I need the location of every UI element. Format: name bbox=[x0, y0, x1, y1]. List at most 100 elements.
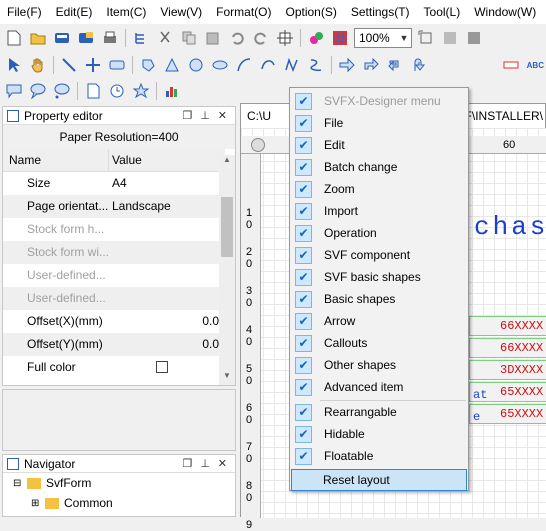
circle-icon[interactable] bbox=[187, 56, 205, 74]
menu-format[interactable]: Format(O) bbox=[209, 0, 278, 24]
properties-icon[interactable] bbox=[132, 29, 150, 47]
pin-icon[interactable]: ⊥ bbox=[200, 457, 210, 470]
field-cell[interactable]: 66XXXX bbox=[469, 316, 546, 336]
property-value[interactable] bbox=[109, 356, 225, 379]
polygon-icon[interactable] bbox=[139, 56, 157, 74]
ellipse-icon[interactable] bbox=[211, 56, 229, 74]
arrow-uturn-icon[interactable] bbox=[410, 56, 428, 74]
tree-node-child[interactable]: ⊞ Common bbox=[3, 493, 235, 513]
menu-file[interactable]: File(F) bbox=[0, 0, 49, 24]
property-row-orientation[interactable]: Page orientat... Landscape bbox=[3, 195, 225, 218]
menu-item-operation[interactable]: ✔ Operation bbox=[291, 222, 467, 244]
float-icon[interactable]: ❐ bbox=[182, 457, 192, 470]
property-value[interactable]: Landscape bbox=[109, 195, 225, 218]
menu-view[interactable]: View(V) bbox=[153, 0, 209, 24]
color-palette-icon[interactable] bbox=[307, 29, 325, 47]
chart-icon[interactable] bbox=[163, 82, 181, 100]
star-icon[interactable] bbox=[132, 82, 150, 100]
menu-item-file[interactable]: ✔ File bbox=[291, 112, 467, 134]
field-cell[interactable]: 66XXXX bbox=[469, 338, 546, 358]
clock-icon[interactable] bbox=[108, 82, 126, 100]
field-icon[interactable] bbox=[502, 56, 520, 74]
arrow-loop-icon[interactable] bbox=[386, 56, 404, 74]
print-icon[interactable] bbox=[101, 29, 119, 47]
menu-window[interactable]: Window(W) bbox=[467, 0, 543, 24]
property-row-full-color[interactable]: Full color bbox=[3, 356, 225, 379]
rectangle-icon[interactable] bbox=[108, 56, 126, 74]
arrow-right-icon[interactable] bbox=[338, 56, 356, 74]
tree-expand-icon[interactable]: ⊟ bbox=[13, 478, 27, 489]
menu-item-svf-component[interactable]: ✔ SVF component bbox=[291, 244, 467, 266]
zoom-select[interactable]: 100% ▼ bbox=[354, 28, 412, 48]
grid-color-icon[interactable] bbox=[331, 29, 349, 47]
menu-item-svf-basic-shapes[interactable]: ✔ SVF basic shapes bbox=[291, 266, 467, 288]
tree-expand-icon[interactable]: ⊞ bbox=[31, 498, 45, 509]
paste-icon[interactable] bbox=[204, 29, 222, 47]
cross-line-icon[interactable] bbox=[84, 56, 102, 74]
canvas-title-text[interactable]: chas bbox=[474, 212, 546, 242]
undo-icon[interactable] bbox=[228, 29, 246, 47]
import-icon[interactable] bbox=[441, 29, 459, 47]
text-tool-button[interactable]: ABC bbox=[527, 61, 544, 70]
curve-icon[interactable] bbox=[259, 56, 277, 74]
close-icon[interactable]: ✕ bbox=[218, 109, 227, 122]
tree-node-root[interactable]: ⊟ SvfForm bbox=[3, 473, 235, 493]
menu-item-batch-change[interactable]: ✔ Batch change bbox=[291, 156, 467, 178]
menu-item[interactable]: Item(C) bbox=[99, 0, 153, 24]
arrow-turn-icon[interactable] bbox=[362, 56, 380, 74]
menu-item-floatable[interactable]: ✔ Floatable bbox=[291, 445, 467, 467]
copy-icon[interactable] bbox=[180, 29, 198, 47]
scrollbar-thumb[interactable] bbox=[221, 197, 233, 257]
triangle-icon[interactable] bbox=[163, 56, 181, 74]
field-cell[interactable]: 65XXXX bbox=[469, 404, 546, 424]
menu-settings[interactable]: Settings(T) bbox=[344, 0, 417, 24]
menu-tool[interactable]: Tool(L) bbox=[417, 0, 468, 24]
save-all-icon[interactable] bbox=[77, 29, 95, 47]
full-color-checkbox[interactable] bbox=[156, 361, 168, 373]
move-icon[interactable] bbox=[276, 29, 294, 47]
document-shape-icon[interactable] bbox=[84, 82, 102, 100]
pointer-icon[interactable] bbox=[5, 56, 23, 74]
pin-icon[interactable]: ⊥ bbox=[200, 109, 210, 122]
callout-rect-icon[interactable] bbox=[5, 82, 23, 100]
scroll-up-icon[interactable]: ▲ bbox=[219, 155, 235, 169]
property-row-offset-y[interactable]: Offset(Y)(mm) 0.0 bbox=[3, 333, 225, 356]
menu-edit[interactable]: Edit(E) bbox=[49, 0, 100, 24]
line-icon[interactable] bbox=[60, 56, 78, 74]
cut-icon[interactable] bbox=[156, 29, 174, 47]
float-icon[interactable]: ❐ bbox=[182, 109, 192, 122]
property-value[interactable]: 0.0 bbox=[109, 333, 225, 356]
property-value[interactable]: A4 bbox=[109, 172, 225, 195]
property-row-size[interactable]: Size A4 bbox=[3, 172, 225, 195]
new-file-icon[interactable] bbox=[5, 29, 23, 47]
menu-item-zoom[interactable]: ✔ Zoom bbox=[291, 178, 467, 200]
property-value[interactable]: 0.0 bbox=[109, 310, 225, 333]
callout-oval-icon[interactable] bbox=[29, 82, 47, 100]
open-folder-icon[interactable] bbox=[29, 29, 47, 47]
field-cell[interactable]: 3DXXXX bbox=[469, 360, 546, 380]
freeform-icon[interactable] bbox=[283, 56, 301, 74]
menu-item-reset-layout[interactable]: Reset layout bbox=[291, 469, 467, 491]
menu-item-import[interactable]: ✔ Import bbox=[291, 200, 467, 222]
menu-item-edit[interactable]: ✔ Edit bbox=[291, 134, 467, 156]
menu-item-hidable[interactable]: ✔ Hidable bbox=[291, 423, 467, 445]
frame-icon[interactable] bbox=[417, 29, 435, 47]
export-icon[interactable] bbox=[465, 29, 483, 47]
close-icon[interactable]: ✕ bbox=[218, 457, 227, 470]
redo-icon[interactable] bbox=[252, 29, 270, 47]
property-row-offset-x[interactable]: Offset(X)(mm) 0.0 bbox=[3, 310, 225, 333]
arc-icon[interactable] bbox=[235, 56, 253, 74]
menu-item-advanced-item[interactable]: ✔ Advanced item bbox=[291, 376, 467, 398]
menu-item-callouts[interactable]: ✔ Callouts bbox=[291, 332, 467, 354]
menu-option[interactable]: Option(S) bbox=[279, 0, 344, 24]
pen-icon[interactable] bbox=[307, 56, 325, 74]
menu-item-rearrangable[interactable]: ✔ Rearrangable bbox=[291, 401, 467, 423]
menu-item-basic-shapes[interactable]: ✔ Basic shapes bbox=[291, 288, 467, 310]
callout-cloud-icon[interactable] bbox=[53, 82, 71, 100]
save-icon[interactable] bbox=[53, 29, 71, 47]
menu-item-arrow[interactable]: ✔ Arrow bbox=[291, 310, 467, 332]
property-grid-scrollbar[interactable]: ▲ ▼ bbox=[219, 155, 235, 385]
hand-icon[interactable] bbox=[29, 56, 47, 74]
menu-item-other-shapes[interactable]: ✔ Other shapes bbox=[291, 354, 467, 376]
scroll-down-icon[interactable]: ▼ bbox=[219, 371, 235, 385]
